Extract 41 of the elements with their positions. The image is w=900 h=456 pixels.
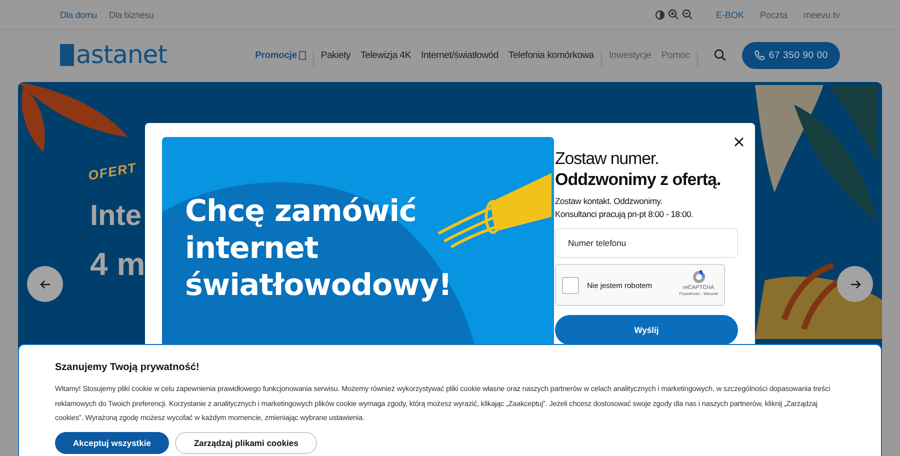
close-icon[interactable] — [734, 137, 744, 147]
offer-tag: OFERT — [87, 160, 138, 184]
zoom-in-icon[interactable] — [668, 9, 679, 20]
nav-link[interactable]: Promocje — [255, 50, 306, 60]
segment-link[interactable]: Dla biznesu — [108, 10, 154, 20]
contrast-icon[interactable] — [654, 10, 665, 20]
nav-link[interactable]: Pakiety — [320, 50, 351, 60]
cookie-title: Szanujemy Twoją prywatność! — [55, 362, 200, 373]
hero-title: Inte — [90, 199, 142, 233]
cookie-button[interactable]: Akceptuj wszystkie — [55, 432, 169, 454]
promo-headline: Chcę zamówić — [185, 193, 418, 230]
top-link[interactable]: E-BOK — [716, 10, 744, 20]
form-heading: Zostaw numer. — [555, 149, 660, 169]
nav-link[interactable]: Pomoc — [661, 50, 690, 60]
submit-button[interactable]: Wyślij — [555, 315, 738, 345]
zoom-out-icon[interactable] — [682, 9, 693, 20]
robot-checkbox[interactable] — [562, 276, 579, 294]
form-description: Zostaw kontakt. Oddzwonimy. — [555, 196, 664, 206]
segment-link[interactable]: Dla domu — [60, 10, 97, 20]
phone-button[interactable]: 67 350 90 00 — [742, 42, 840, 68]
next-slide-button[interactable] — [837, 266, 873, 302]
top-link[interactable]: meevu.tv — [803, 10, 840, 20]
nav-link[interactable]: Telewizja 4K — [360, 50, 411, 60]
nav-link[interactable]: Inwestycje — [608, 50, 652, 60]
logo[interactable]: astanet — [60, 44, 167, 66]
phone-icon — [754, 50, 765, 60]
top-link[interactable]: Poczta — [760, 10, 788, 20]
previous-slide-button[interactable] — [27, 266, 63, 302]
arrow-left-icon — [40, 280, 50, 288]
promo-headline: światłowodowy! — [185, 267, 452, 304]
nav-link[interactable]: Internet/światłowód — [421, 50, 499, 60]
cookie-button[interactable]: Zarządzaj plikami cookies — [174, 432, 318, 454]
form-description: Konsultanci pracują pn-pt 8:00 - 18:00. — [555, 209, 694, 219]
search-icon[interactable] — [714, 49, 726, 61]
arrow-right-icon — [850, 280, 860, 288]
recaptcha-icon — [690, 269, 707, 285]
promo-headline: internet — [185, 230, 320, 267]
hero-title: 4 m — [90, 247, 146, 281]
form-heading: Oddzwonimy z ofertą. — [555, 170, 722, 190]
nav-link[interactable]: Telefonia komórkowa — [508, 50, 594, 60]
phone-number-field[interactable]: Numer telefonu — [555, 228, 738, 258]
